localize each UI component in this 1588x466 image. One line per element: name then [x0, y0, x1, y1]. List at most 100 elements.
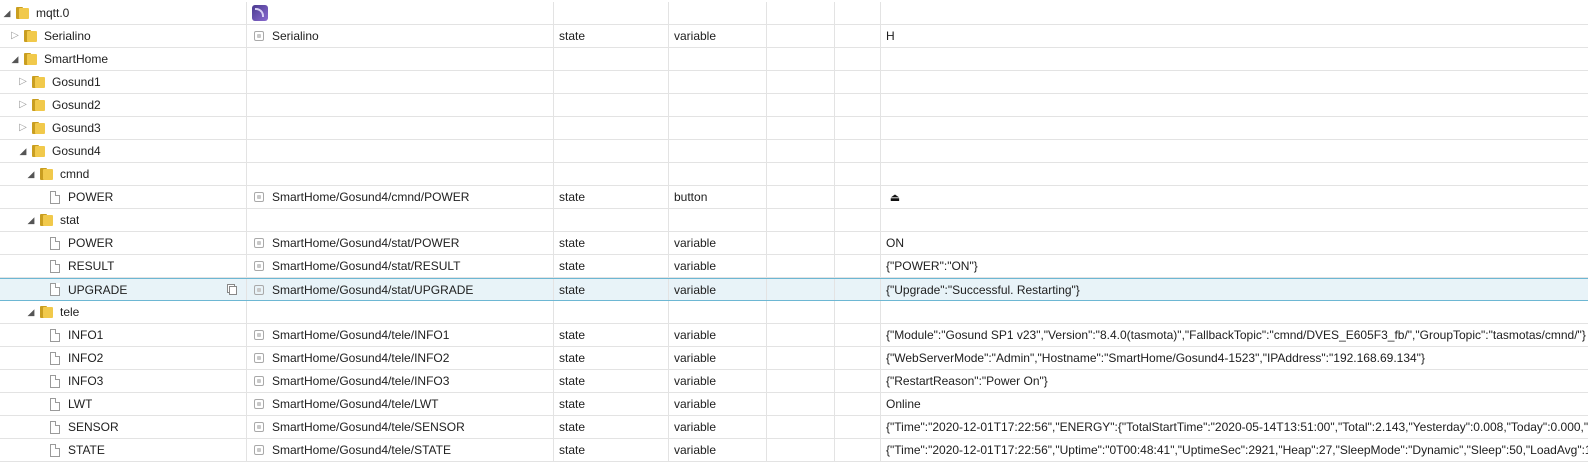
tree-row-state[interactable]: POWER SmartHome/Gosund4/stat/POWER state va…: [0, 232, 1588, 255]
value-cell[interactable]: [881, 209, 1588, 231]
tree-row-state[interactable]: POWER SmartHome/Gosund4/cmnd/POWER state bu…: [0, 186, 1588, 209]
value-cell[interactable]: {"Time":"2020-12-01T17:22:56","Uptime":"…: [881, 439, 1588, 461]
type-text: state: [559, 259, 586, 273]
object-name: Gosund2: [52, 98, 101, 112]
tree-row-state[interactable]: LWT SmartHome/Gosund4/tele/LWT state variab…: [0, 393, 1588, 416]
object-name: UPGRADE: [68, 282, 128, 297]
tree-row-folder[interactable]: ▷ Gosund1: [0, 71, 1588, 94]
tree-row-folder[interactable]: ◢ SmartHome: [0, 48, 1588, 71]
type-cell: state: [554, 186, 669, 208]
role-cell: variable: [669, 416, 767, 438]
tree-row-folder[interactable]: ▷ Serialino Serialino state variable H: [0, 25, 1588, 48]
press-button[interactable]: ⏏: [886, 189, 904, 205]
tree-row-folder[interactable]: ◢ stat: [0, 209, 1588, 232]
tree-row-state[interactable]: UPGRADE SmartHome/Gosund4/stat/UPGRADE sta…: [0, 278, 1588, 301]
function-cell: [835, 186, 881, 208]
value-cell[interactable]: {"Upgrade":"Successful. Restarting"}: [881, 279, 1588, 300]
room-cell: [767, 347, 835, 369]
object-name: INFO3: [68, 374, 104, 388]
value-cell[interactable]: [881, 71, 1588, 93]
value-cell[interactable]: {"WebServerMode":"Admin","Hostname":"Sma…: [881, 347, 1588, 369]
role-cell: variable: [669, 439, 767, 461]
expand-triangle-icon[interactable]: ◢: [0, 6, 14, 20]
tree-row-state[interactable]: INFO1 SmartHome/Gosund4/tele/INFO1 state va…: [0, 324, 1588, 347]
topic-cell: [247, 71, 554, 93]
role-text: variable: [674, 328, 717, 342]
value-cell[interactable]: [881, 163, 1588, 185]
tree-row-state[interactable]: SENSOR SmartHome/Gosund4/tele/SENSOR state…: [0, 416, 1588, 439]
tree-row-folder[interactable]: ◢ Gosund4: [0, 140, 1588, 163]
object-name: POWER: [68, 190, 114, 204]
expand-triangle-icon[interactable]: ◢: [24, 167, 38, 181]
role-cell: variable: [669, 393, 767, 415]
value-cell[interactable]: [881, 48, 1588, 70]
topic-cell: SmartHome/Gosund4/tele/INFO1: [247, 324, 554, 346]
tree-row-state[interactable]: INFO3 SmartHome/Gosund4/tele/INFO3 state va…: [0, 370, 1588, 393]
expand-triangle-icon[interactable]: ◢: [24, 213, 38, 227]
collapse-triangle-icon[interactable]: ▷: [16, 75, 30, 89]
folder-icon: [24, 30, 38, 42]
value-cell[interactable]: [881, 117, 1588, 139]
value-cell[interactable]: ON: [881, 232, 1588, 254]
room-cell: [767, 279, 835, 300]
folder-icon: [32, 76, 46, 88]
expand-triangle-icon[interactable]: ◢: [24, 305, 38, 319]
collapse-triangle-icon[interactable]: ▷: [16, 98, 30, 112]
function-cell: [835, 370, 881, 392]
file-icon: [50, 190, 60, 204]
value-cell[interactable]: {"RestartReason":"Power On"}: [881, 370, 1588, 392]
function-cell: [835, 324, 881, 346]
object-name: mqtt.0: [36, 6, 70, 20]
expand-triangle-icon[interactable]: ◢: [8, 52, 22, 66]
topic-cell: SmartHome/Gosund4/tele/LWT: [247, 393, 554, 415]
type-cell: state: [554, 279, 669, 300]
value-cell[interactable]: [881, 2, 1588, 24]
value-text: {"POWER":"ON"}: [886, 259, 978, 273]
tree-row-folder[interactable]: ▷ Gosund3: [0, 117, 1588, 140]
state-icon: [254, 31, 264, 41]
file-icon: [50, 259, 60, 273]
role-cell: [669, 209, 767, 231]
folder-icon: [40, 306, 54, 318]
name-cell: ◢ mqtt.0: [0, 2, 247, 24]
tree-row-state[interactable]: STATE SmartHome/Gosund4/tele/STATE state va…: [0, 439, 1588, 462]
value-text: Online: [886, 397, 921, 411]
value-cell[interactable]: H: [881, 25, 1588, 47]
value-cell[interactable]: ⏏: [881, 186, 1588, 208]
copy-icon[interactable]: [227, 284, 237, 295]
tree-row-folder[interactable]: ◢ cmnd: [0, 163, 1588, 186]
value-cell[interactable]: [881, 140, 1588, 162]
role-cell: [669, 140, 767, 162]
value-cell[interactable]: {"Time":"2020-12-01T17:22:56","ENERGY":{…: [881, 416, 1588, 438]
value-cell[interactable]: {"POWER":"ON"}: [881, 255, 1588, 277]
object-name: tele: [60, 305, 80, 319]
tree-row-state[interactable]: INFO2 SmartHome/Gosund4/tele/INFO2 state va…: [0, 347, 1588, 370]
tree-row-state[interactable]: RESULT SmartHome/Gosund4/stat/RESULT state…: [0, 255, 1588, 278]
role-cell: [669, 301, 767, 323]
tree-row-folder[interactable]: ◢ tele: [0, 301, 1588, 324]
collapse-triangle-icon[interactable]: ▷: [16, 121, 30, 135]
function-cell: [835, 48, 881, 70]
object-name: RESULT: [68, 259, 115, 273]
folder-icon: [32, 99, 46, 111]
topic-cell: [247, 2, 554, 24]
folder-icon: [16, 7, 30, 19]
state-icon: [254, 445, 264, 455]
name-cell: INFO3: [0, 370, 247, 392]
type-cell: state: [554, 25, 669, 47]
value-cell[interactable]: Online: [881, 393, 1588, 415]
value-cell[interactable]: [881, 301, 1588, 323]
function-cell: [835, 71, 881, 93]
object-name: cmnd: [60, 167, 90, 181]
value-text: {"Time":"2020-12-01T17:22:56","Uptime":"…: [886, 443, 1588, 457]
tree-row-folder[interactable]: ◢ mqtt.0: [0, 2, 1588, 25]
type-text: state: [559, 190, 586, 204]
value-cell[interactable]: [881, 94, 1588, 116]
tree-row-folder[interactable]: ▷ Gosund2: [0, 94, 1588, 117]
function-cell: [835, 232, 881, 254]
value-cell[interactable]: {"Module":"Gosund SP1 v23","Version":"8.…: [881, 324, 1588, 346]
function-cell: [835, 2, 881, 24]
type-text: state: [559, 443, 586, 457]
expand-triangle-icon[interactable]: ◢: [16, 144, 30, 158]
collapse-triangle-icon[interactable]: ▷: [8, 29, 22, 43]
